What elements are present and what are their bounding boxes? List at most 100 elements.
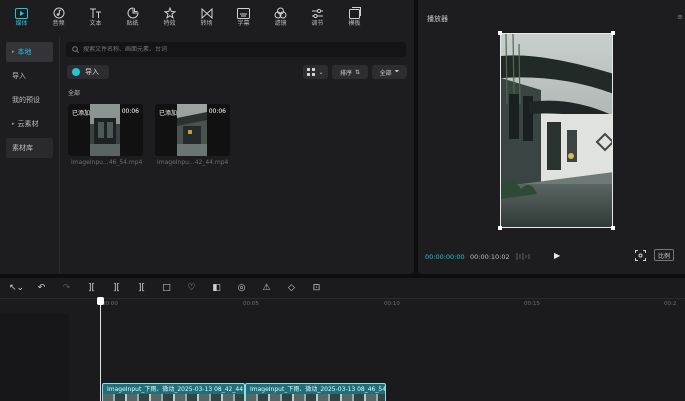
tab-template[interactable]: 模板 xyxy=(336,0,373,34)
audio-icon xyxy=(52,7,66,19)
delete-button[interactable]: □ xyxy=(154,278,179,298)
view-mode-button[interactable]: ⌄ xyxy=(303,65,328,79)
filter-icon xyxy=(274,7,288,19)
tick-label: 00:10 xyxy=(384,301,400,307)
media-icon xyxy=(15,7,29,19)
tab-transition[interactable]: 转场 xyxy=(188,0,225,34)
resize-handle[interactable] xyxy=(498,31,502,35)
tick-label: 00:00 xyxy=(102,301,118,307)
tab-text[interactable]: 文本 xyxy=(77,0,114,34)
tab-effects[interactable]: 特效 xyxy=(151,0,188,34)
rotate-button[interactable]: ◇ xyxy=(279,278,304,298)
mirror-button[interactable]: ⚠ xyxy=(254,278,279,298)
media-filename: ImageInpu...42_44.mp4 xyxy=(157,159,229,166)
tab-label: 文本 xyxy=(89,20,102,27)
resize-handle[interactable] xyxy=(498,226,502,230)
tab-audio[interactable]: 音频 xyxy=(40,0,77,34)
playhead[interactable] xyxy=(100,300,101,401)
transition-icon xyxy=(200,7,214,19)
sidebar-item-library[interactable]: 素材库 xyxy=(6,138,53,158)
sidebar-item-label: 云素材 xyxy=(17,120,39,128)
tab-filter[interactable]: 滤镜 xyxy=(262,0,299,34)
total-time: 00:00:10:02 xyxy=(470,253,510,261)
marker-button[interactable]: ♡ xyxy=(179,278,204,298)
plus-icon xyxy=(72,68,80,76)
crop-button[interactable]: ⊡ xyxy=(304,278,329,298)
select-tool-button[interactable]: ↖⌄ xyxy=(4,278,29,298)
sidebar-item-local[interactable]: ▸ 本地 xyxy=(6,42,53,62)
track-header xyxy=(0,314,69,401)
sidebar: ▸ 本地 导入 我的预设 ▸ 云素材 素材库 xyxy=(0,36,60,274)
thumbnail xyxy=(177,104,207,156)
sticker-icon xyxy=(126,7,140,19)
tab-sticker[interactable]: 贴纸 xyxy=(114,0,151,34)
tab-label: 调节 xyxy=(311,20,324,27)
sidebar-item-label: 我的预设 xyxy=(12,96,40,104)
sidebar-item-label: 素材库 xyxy=(12,144,33,152)
tab-label: 模板 xyxy=(348,20,361,27)
sidebar-item-label: 本地 xyxy=(17,48,32,56)
resize-handle[interactable] xyxy=(611,226,615,230)
sidebar-item-my-presets[interactable]: 我的预设 xyxy=(6,90,53,110)
tab-adjust[interactable]: 调节 xyxy=(299,0,336,34)
filter-all-label: 全部 xyxy=(379,69,392,77)
aspect-ratio-button[interactable]: 比例 xyxy=(654,249,674,261)
sidebar-item-import[interactable]: 导入 xyxy=(6,66,53,86)
clip-label: ImageInput_下雨、微动_2025-03-13 08_42_44 xyxy=(107,386,244,393)
tab-media[interactable]: 媒体 xyxy=(3,0,40,34)
search-icon xyxy=(72,46,79,53)
clip-frames xyxy=(246,394,385,401)
tab-label: 滤镜 xyxy=(274,20,287,27)
sidebar-item-cloud[interactable]: ▸ 云素材 xyxy=(6,114,53,134)
funnel-icon: ⏷ xyxy=(394,68,400,75)
trim-right-button[interactable]: ][ xyxy=(129,278,154,298)
timeline: ↖⌄ ↶ ↷ ][ ][ ][ □ ♡ ◧ ◎ ⚠ ◇ ⊡ 00:00 00:0… xyxy=(0,278,685,401)
media-item[interactable]: 已添加 00:06 xyxy=(68,104,143,156)
text-icon xyxy=(89,7,103,19)
tab-label: 字幕 xyxy=(237,20,250,27)
sidebar-item-label: 导入 xyxy=(12,72,26,80)
video-clip[interactable]: ImageInput_下雨、微动_2025-03-13 08_42_44 xyxy=(102,383,245,401)
freeze-button[interactable]: ◧ xyxy=(204,278,229,298)
split-button[interactable]: ][ xyxy=(79,278,104,298)
undo-button[interactable]: ↶ xyxy=(29,278,54,298)
sort-icon: ⇅ xyxy=(354,68,361,76)
trim-left-button[interactable]: ][ xyxy=(104,278,129,298)
tab-label: 转场 xyxy=(200,20,213,27)
added-badge: 已添加 xyxy=(159,110,178,117)
menu-icon[interactable]: ≡ xyxy=(677,13,683,21)
reverse-button[interactable]: ◎ xyxy=(229,278,254,298)
video-preview[interactable] xyxy=(500,33,613,228)
caret-right-icon: ▸ xyxy=(12,49,15,55)
waveform-icon xyxy=(516,253,530,260)
media-filename: ImageInpu...46_54.mp4 xyxy=(71,159,143,166)
tick-label: 00:05 xyxy=(243,301,259,307)
duration-label: 00:06 xyxy=(121,108,139,115)
fullscreen-icon[interactable] xyxy=(635,250,646,261)
tab-subtitle[interactable]: 字幕 xyxy=(225,0,262,34)
timeline-toolbar: ↖⌄ ↶ ↷ ][ ][ ][ □ ♡ ◧ ◎ ⚠ ◇ ⊡ xyxy=(0,278,685,298)
media-item[interactable]: 已添加 00:06 xyxy=(155,104,230,156)
media-toolbar: 媒体 音频 文本 贴纸 特效 转场 字幕 滤镜 调节 模板 xyxy=(0,0,414,34)
filter-all-button[interactable]: 全部 ⏷ xyxy=(372,65,407,79)
adjust-icon xyxy=(311,7,325,19)
player-title: 播放器 xyxy=(427,15,448,23)
video-clip[interactable]: ImageInput_下雨、微动_2025-03-13 08_46_54 xyxy=(245,383,386,401)
play-button[interactable]: ▶ xyxy=(554,251,560,260)
search-box[interactable] xyxy=(66,42,406,57)
redo-button[interactable]: ↷ xyxy=(54,278,79,298)
search-input[interactable] xyxy=(83,46,383,53)
added-badge: 已添加 xyxy=(72,110,91,117)
preview-image xyxy=(501,34,612,227)
tab-label: 特效 xyxy=(163,20,176,27)
playhead-handle[interactable] xyxy=(97,297,104,305)
sort-label: 排序 xyxy=(339,69,352,77)
caret-right-icon: ▸ xyxy=(12,121,15,127)
import-button[interactable]: 导入 xyxy=(67,65,109,79)
sort-button[interactable]: 排序 ⇅ xyxy=(332,65,368,79)
tab-label: 贴纸 xyxy=(126,20,139,27)
effects-icon xyxy=(163,7,177,19)
section-label: 全部 xyxy=(68,90,81,97)
template-icon xyxy=(348,7,362,19)
resize-handle[interactable] xyxy=(611,31,615,35)
